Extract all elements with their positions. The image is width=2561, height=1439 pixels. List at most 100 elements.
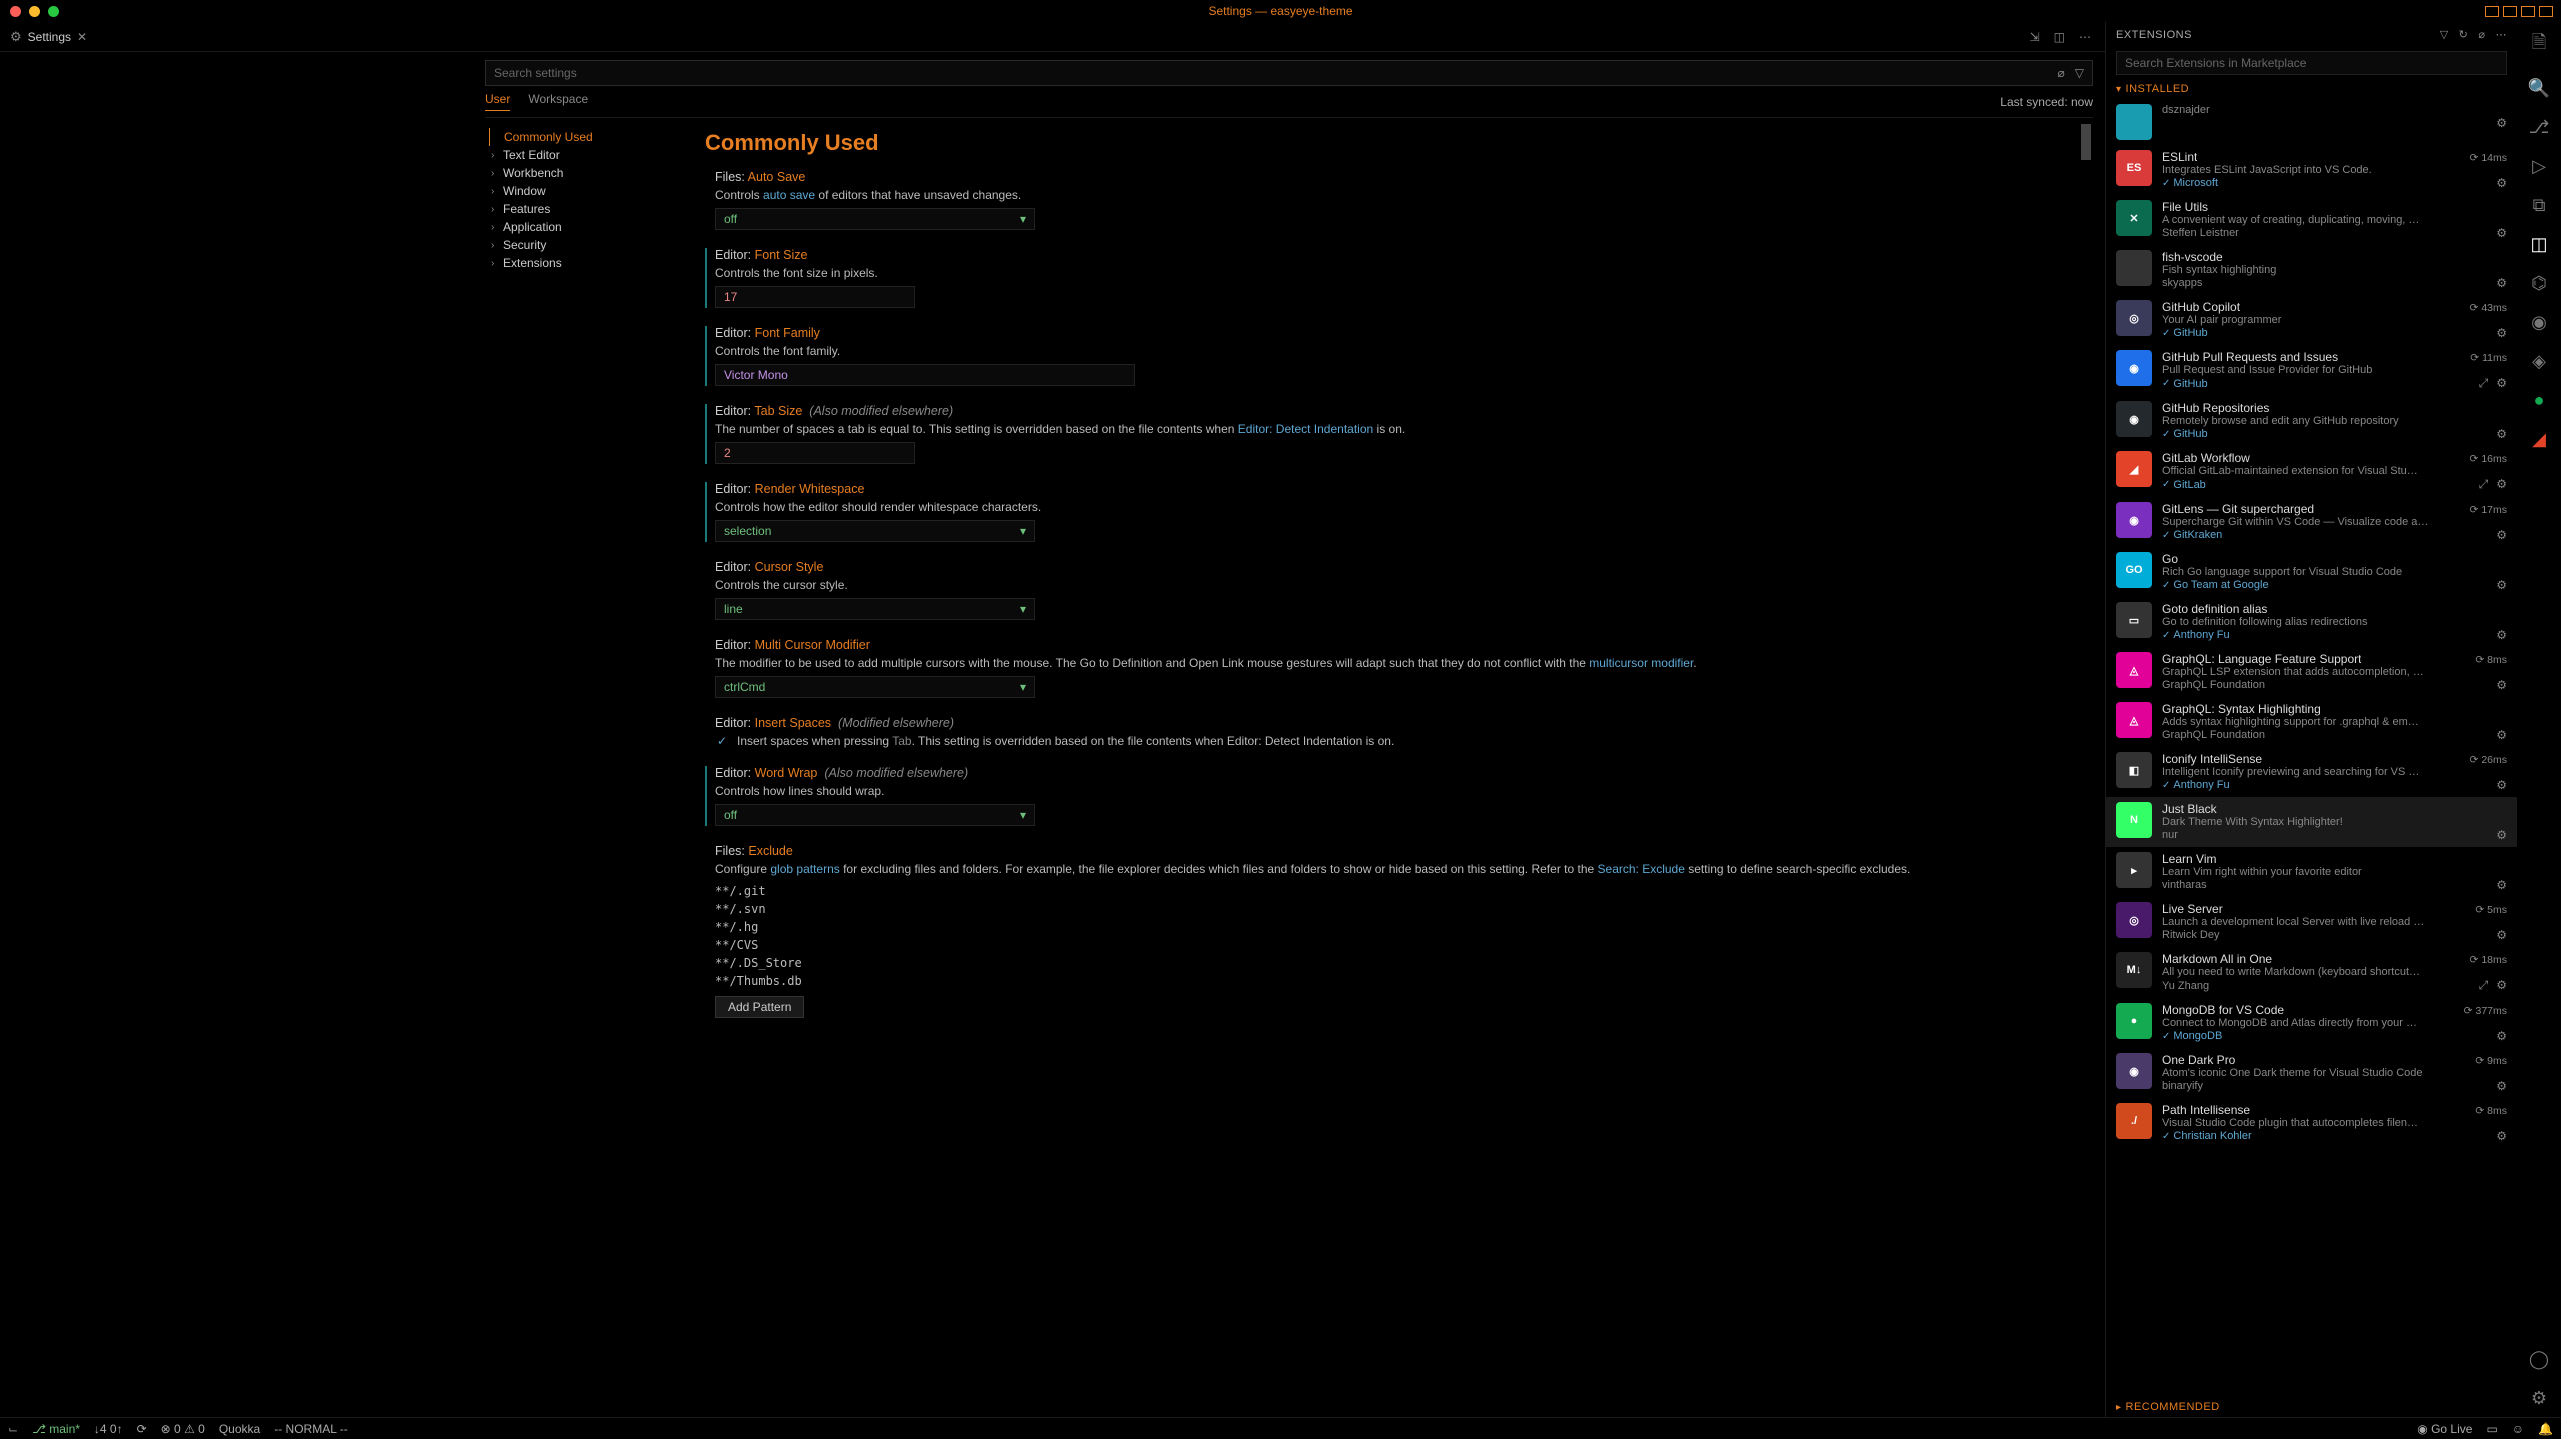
layout-icon[interactable] [2485, 6, 2499, 17]
layout-icon[interactable] [2539, 6, 2553, 17]
quokka-status[interactable]: Quokka [219, 1422, 260, 1436]
toc-item[interactable]: ›Text Editor [489, 146, 681, 164]
search-icon[interactable]: 🔍 [2528, 78, 2550, 99]
scope-tab-user[interactable]: User [485, 92, 510, 111]
more-icon[interactable]: ⋯ [2496, 28, 2508, 41]
close-window-button[interactable] [10, 6, 21, 17]
sync-ignore-icon[interactable]: ⤢ [2479, 978, 2489, 993]
toc-item[interactable]: ›Extensions [489, 254, 681, 272]
extensions-icon[interactable]: ◫ [2530, 234, 2547, 255]
layout-icon[interactable] [2521, 6, 2535, 17]
toc-item[interactable]: ›Features [489, 200, 681, 218]
gear-icon[interactable]: ⚙ [2496, 1029, 2507, 1043]
extension-item[interactable]: ▸Learn VimLearn Vim right within your fa… [2106, 847, 2517, 897]
gear-icon[interactable]: ⚙ [2496, 828, 2507, 842]
minimap[interactable] [2081, 124, 2091, 160]
extension-item[interactable]: ◧Iconify IntelliSense⟳26msIntelligent Ic… [2106, 747, 2517, 797]
extension-item[interactable]: ◉GitLens — Git supercharged⟳17msSupercha… [2106, 497, 2517, 547]
tab-size-input[interactable] [715, 442, 915, 464]
gear-icon[interactable]: ⚙ [2496, 116, 2507, 130]
gear-icon[interactable]: ⚙ [2496, 477, 2507, 492]
toc-item[interactable]: ›Workbench [489, 164, 681, 182]
gear-icon[interactable]: ⚙ [2496, 1129, 2507, 1143]
remote-indicator[interactable]: ⌙ [8, 1422, 18, 1436]
multi-cursor-select[interactable]: ctrlCmd▾ [715, 676, 1035, 698]
account-icon[interactable]: ◯ [2529, 1349, 2549, 1370]
toc-item[interactable]: ›Window [489, 182, 681, 200]
sync-ignore-icon[interactable]: ⤢ [2479, 376, 2489, 391]
extension-item[interactable]: NJust BlackDark Theme With Syntax Highli… [2106, 797, 2517, 847]
add-pattern-button[interactable]: Add Pattern [715, 996, 804, 1018]
exclude-pattern[interactable]: **/.git [715, 882, 2073, 900]
extension-item[interactable]: ▭Goto definition aliasGo to definition f… [2106, 597, 2517, 647]
gear-icon[interactable]: ⚙ [2496, 1079, 2507, 1093]
gear-icon[interactable]: ⚙ [2496, 226, 2507, 240]
remote-icon[interactable]: ⧉ [2533, 195, 2546, 216]
installed-header[interactable]: ▾ INSTALLED [2106, 79, 2517, 99]
extension-item[interactable]: ✕File UtilsA convenient way of creating,… [2106, 195, 2517, 245]
extension-item[interactable]: ./Path Intellisense⟳8msVisual Studio Cod… [2106, 1098, 2517, 1148]
toc-item[interactable]: Commonly Used [489, 128, 681, 146]
minimize-window-button[interactable] [29, 6, 40, 17]
gear-icon[interactable]: ⚙ [2496, 376, 2507, 391]
extension-item[interactable]: ●MongoDB for VS Code⟳377msConnect to Mon… [2106, 998, 2517, 1048]
source-control-icon[interactable]: ⎇ [2529, 117, 2550, 138]
extension-item[interactable]: ◎Live Server⟳5msLaunch a development loc… [2106, 897, 2517, 947]
exclude-pattern[interactable]: **/.svn [715, 900, 2073, 918]
render-whitespace-select[interactable]: selection▾ [715, 520, 1035, 542]
refresh-icon[interactable]: ↻ [2459, 28, 2469, 41]
test-icon[interactable]: ⌬ [2531, 273, 2547, 294]
exclude-pattern[interactable]: **/.hg [715, 918, 2073, 936]
filter-icon[interactable]: ▽ [2440, 28, 2449, 41]
gear-icon[interactable]: ⚙ [2496, 778, 2507, 792]
split-icon[interactable]: ◫ [2054, 30, 2065, 44]
scope-tab-workspace[interactable]: Workspace [528, 92, 588, 111]
gear-icon[interactable]: ⚙ [2496, 176, 2507, 190]
font-family-input[interactable] [715, 364, 1135, 386]
pin-icon[interactable]: ⇲ [2030, 30, 2040, 44]
clear-icon[interactable]: ⌀ [2478, 28, 2485, 41]
settings-search-input[interactable] [486, 66, 2050, 80]
extension-item[interactable]: ◉One Dark Pro⟳9msAtom's iconic One Dark … [2106, 1048, 2517, 1098]
gear-icon[interactable]: ⚙ [2496, 928, 2507, 942]
extension-item[interactable]: ◉GitHub RepositoriesRemotely browse and … [2106, 396, 2517, 446]
extension-item[interactable]: dsznajder⚙ [2106, 99, 2517, 145]
layout-icon[interactable] [2503, 6, 2517, 17]
exclude-pattern[interactable]: **/Thumbs.db [715, 972, 2073, 990]
tab-settings[interactable]: ⚙ Settings ✕ [0, 22, 97, 51]
extension-item[interactable]: fish-vscodeFish syntax highlightingskyap… [2106, 245, 2517, 295]
clear-icon[interactable]: ⌀ [2058, 66, 2065, 80]
toc-item[interactable]: ›Security [489, 236, 681, 254]
sync-ignore-icon[interactable]: ⤢ [2479, 477, 2489, 492]
gear-icon[interactable]: ⚙ [2496, 326, 2507, 340]
debug-icon[interactable]: ▷ [2532, 156, 2546, 177]
layout-icon[interactable]: ▭ [2486, 1422, 2497, 1436]
gear-icon[interactable]: ⚙ [2496, 728, 2507, 742]
extensions-search-input[interactable] [2116, 51, 2507, 75]
extension-item[interactable]: ESESLint⟳14msIntegrates ESLint JavaScrip… [2106, 145, 2517, 195]
feedback-icon[interactable]: ☺ [2512, 1422, 2524, 1436]
gitlens-icon[interactable]: ◈ [2532, 351, 2546, 372]
insert-spaces-checkbox[interactable]: ✓ [715, 734, 729, 748]
more-icon[interactable]: ⋯ [2079, 30, 2091, 44]
gear-icon[interactable]: ⚙ [2496, 578, 2507, 592]
settings-gear-icon[interactable]: ⚙ [2531, 1388, 2547, 1409]
gitlab-icon[interactable]: ◢ [2532, 429, 2546, 450]
cursor-style-select[interactable]: line▾ [715, 598, 1035, 620]
mongodb-icon[interactable]: ● [2534, 390, 2545, 411]
gear-icon[interactable]: ⚙ [2496, 628, 2507, 642]
gear-icon[interactable]: ⚙ [2496, 878, 2507, 892]
extension-item[interactable]: M↓Markdown All in One⟳18msAll you need t… [2106, 947, 2517, 998]
extension-item[interactable]: ◉GitHub Pull Requests and Issues⟳11msPul… [2106, 345, 2517, 396]
gear-icon[interactable]: ⚙ [2496, 978, 2507, 993]
extension-item[interactable]: ◢GitLab Workflow⟳16msOfficial GitLab-mai… [2106, 446, 2517, 497]
problems[interactable]: ⊗ 0 ⚠ 0 [161, 1422, 205, 1436]
gear-icon[interactable]: ⚙ [2496, 276, 2507, 290]
github-icon[interactable]: ◉ [2531, 312, 2547, 333]
font-size-input[interactable] [715, 286, 915, 308]
git-branch[interactable]: ⎇ main* [32, 1422, 80, 1436]
filter-icon[interactable]: ▽ [2075, 66, 2084, 80]
close-icon[interactable]: ✕ [77, 30, 87, 44]
gear-icon[interactable]: ⚙ [2496, 528, 2507, 542]
recommended-header[interactable]: ▸ RECOMMENDED [2106, 1397, 2517, 1417]
